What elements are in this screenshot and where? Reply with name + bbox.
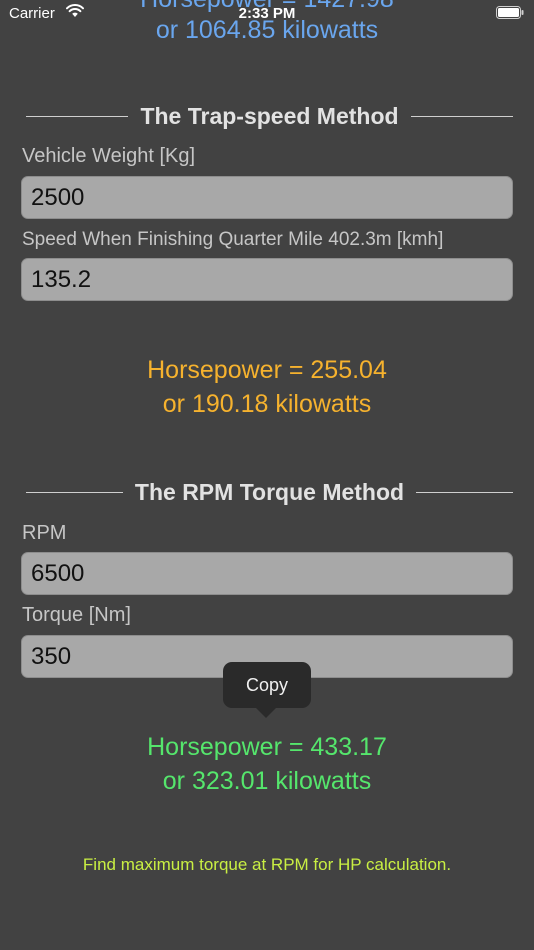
- rpm-torque-header: The RPM Torque Method: [26, 477, 514, 507]
- rpm-label: RPM: [22, 522, 67, 544]
- max-torque-link[interactable]: Find maximum torque at RPM for HP calcul…: [0, 855, 534, 875]
- divider-line: [26, 115, 129, 117]
- status-bar: Carrier 2:33 PM: [0, 0, 534, 26]
- trap-speed-title: The Trap-speed Method: [140, 102, 399, 129]
- trap-speed-header: The Trap-speed Method: [26, 101, 514, 131]
- rpm-torque-kilowatts[interactable]: or 323.01 kilowatts: [0, 764, 534, 798]
- divider-line: [26, 491, 123, 493]
- battery-icon: [496, 6, 524, 19]
- vehicle-weight-label: Vehicle Weight [Kg]: [22, 145, 196, 167]
- copy-menu-button[interactable]: Copy: [223, 662, 311, 708]
- speed-label: Speed When Finishing Quarter Mile 402.3m…: [22, 229, 444, 250]
- trap-speed-kilowatts: or 190.18 kilowatts: [162, 390, 372, 418]
- divider-line: [416, 491, 514, 493]
- status-time: 2:33 PM: [238, 5, 296, 22]
- trap-speed-horsepower: Horsepower = 255.04: [147, 356, 387, 384]
- rpm-torque-horsepower[interactable]: Horsepower = 433.17: [0, 730, 534, 764]
- copy-menu-arrow: [255, 707, 277, 718]
- trap-speed-result: Horsepower = 255.04 or 190.18 kilowatts: [0, 353, 534, 421]
- torque-label: Torque [Nm]: [22, 604, 131, 626]
- rpm-input[interactable]: [21, 552, 513, 595]
- vehicle-weight-input[interactable]: [21, 176, 513, 219]
- rpm-torque-result[interactable]: Horsepower = 433.17 or 323.01 kilowatts: [0, 730, 534, 798]
- rpm-torque-title: The RPM Torque Method: [134, 478, 405, 505]
- divider-line: [410, 115, 514, 117]
- speed-input[interactable]: [21, 258, 513, 301]
